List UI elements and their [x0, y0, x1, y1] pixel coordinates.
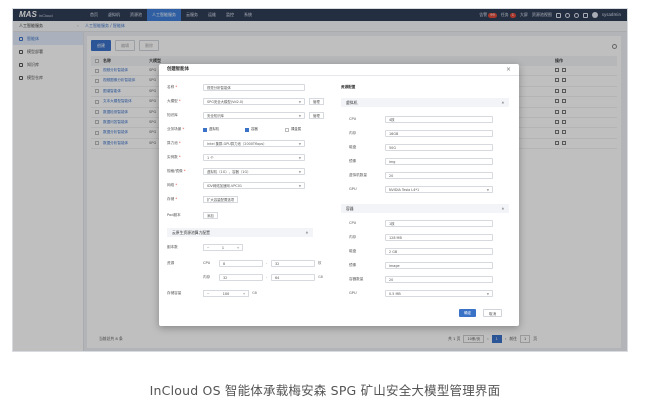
kb-label: 知识库	[167, 113, 178, 117]
ct-image-label: 镜像	[349, 263, 357, 267]
plus-icon: +	[236, 246, 240, 250]
ct-gpu-select[interactable]: 0.5 MB ▼	[385, 290, 493, 297]
dialog-header: 创建智能体 ×	[159, 64, 519, 76]
create-agent-dialog: 创建智能体 × 名称 * 视觉分析智能体 大模型 * SPG安全大模型(Vd2.…	[159, 64, 519, 326]
vm-count-input[interactable]: 20	[385, 172, 493, 179]
replicas-label: 副本数	[167, 245, 178, 249]
disk-label: 存储容量	[167, 291, 182, 295]
vm-gpu-label: GPU	[349, 187, 357, 191]
range-dash: -	[266, 275, 268, 279]
vm-mem-input[interactable]: 16GB	[385, 130, 493, 137]
minus-icon: −	[206, 246, 210, 250]
ct-disk-label: 磁盘	[349, 249, 357, 253]
compute-pool-label: 算力池 *	[167, 141, 181, 145]
close-icon[interactable]: ×	[506, 64, 511, 75]
name-label: 名称 *	[167, 85, 178, 89]
storage-label: 存储 *	[167, 197, 178, 201]
compute-pool-select[interactable]: Intel 集群-GPU算力池（2000Tflops） ▼	[203, 140, 305, 147]
vm-cpu-input[interactable]: 4核	[385, 116, 493, 123]
checkbox-unchecked-icon	[285, 127, 289, 132]
mem-max-input[interactable]: 64	[271, 274, 315, 281]
vm-checkbox[interactable]: 虚拟机	[203, 126, 219, 133]
pod-replica-label: Pod副本	[167, 213, 181, 217]
scenario-label: 业务场景 *	[167, 127, 185, 131]
kb-manage-button[interactable]: 管理	[309, 112, 324, 119]
model-manage-button[interactable]: 管理	[309, 98, 324, 105]
chevron-down-icon: ▼	[298, 184, 301, 188]
network-select[interactable]: IDV网络加速网-VPC01 ▼	[203, 182, 305, 189]
resource-config-title: 资源配置	[341, 85, 356, 89]
dialog-title: 创建智能体	[167, 67, 189, 72]
flavor-label: 规格/镜像 *	[167, 169, 186, 173]
ct-count-input[interactable]: 20	[385, 276, 493, 283]
vm-image-label: 镜像	[349, 159, 357, 163]
cpu-min-input[interactable]: 8	[219, 260, 263, 267]
vm-count-label: 虚拟机数量	[349, 173, 367, 177]
ct-image-input[interactable]: image	[385, 262, 493, 269]
ct-mem-label: 内存	[349, 235, 357, 239]
checkbox-checked-icon	[245, 127, 249, 132]
vm-cpu-label: CPU	[349, 117, 357, 121]
plus-icon: +	[242, 292, 246, 296]
model-select[interactable]: SPG安全大模型(Vd2.0) ▼	[203, 98, 305, 105]
ct-count-label: 容器数量	[349, 277, 364, 281]
vm-image-input[interactable]: img	[385, 158, 493, 165]
checkbox-checked-icon	[203, 127, 207, 132]
chevron-up-icon: ▲	[501, 206, 504, 210]
minus-icon: −	[206, 292, 210, 296]
cpu-label: CPU	[203, 261, 211, 265]
storage-expand-button[interactable]: 扩大容量配置选项	[203, 196, 239, 203]
baremetal-checkbox[interactable]: 裸金属	[285, 126, 301, 133]
disk-unit: GB	[252, 291, 257, 295]
chevron-down-icon: ▼	[486, 292, 489, 296]
ct-disk-input[interactable]: 2 GB	[385, 248, 493, 255]
ct-cpu-label: CPU	[349, 221, 357, 225]
flavor-select[interactable]: 虚拟机（1G）、容器（1G） ▼	[203, 168, 305, 175]
mem-unit: GB	[318, 275, 323, 279]
chevron-down-icon: ▼	[298, 170, 301, 174]
chevron-up-icon: ▲	[305, 230, 308, 234]
mem-min-input[interactable]: 32	[219, 274, 263, 281]
instance-count-label: 实例数 *	[167, 155, 181, 159]
ct-mem-input[interactable]: 128 MB	[385, 234, 493, 241]
replicas-stepper[interactable]: −1 +	[203, 244, 243, 251]
mem-label: 内存	[203, 275, 211, 279]
disk-stepper[interactable]: −100 +	[203, 290, 249, 297]
chevron-down-icon: ▼	[298, 114, 301, 118]
container-section[interactable]: 容器 ▲	[341, 204, 509, 213]
vm-gpu-select[interactable]: NVIDIA Tesla L4*1 ▼	[385, 186, 493, 193]
chevron-down-icon: ▼	[298, 156, 301, 160]
screenshot-frame: MAS InCloud 首页 虚拟机 资源池 人工智能服务 云服务 运维 监控 系…	[12, 8, 628, 352]
ct-cpu-input[interactable]: 1核	[385, 220, 493, 227]
figure-caption: InCloud OS 智能体承载梅安森 SPG 矿山安全大模型管理界面	[149, 383, 501, 398]
model-label: 大模型 *	[167, 99, 181, 103]
vm-mem-label: 内存	[349, 131, 357, 135]
name-input[interactable]: 视觉分析智能体	[203, 84, 305, 91]
confirm-button[interactable]: 确定	[459, 309, 477, 317]
range-dash: -	[266, 261, 268, 265]
resource-label: 资源	[167, 261, 175, 265]
chevron-down-icon: ▼	[486, 188, 489, 192]
cpu-max-input[interactable]: 32	[271, 260, 315, 267]
chevron-up-icon: ▲	[501, 100, 504, 104]
chevron-down-icon: ▼	[298, 142, 301, 146]
ct-gpu-label: GPU	[349, 291, 357, 295]
vm-section[interactable]: 虚拟机 ▲	[341, 98, 509, 107]
vm-disk-label: 磁盘	[349, 145, 357, 149]
pod-add-button[interactable]: 添加	[203, 212, 218, 219]
resource-config-section[interactable]: 云原生资源池算力配置 ▲	[167, 228, 313, 237]
vm-disk-input[interactable]: 50G	[385, 144, 493, 151]
chevron-down-icon: ▼	[298, 100, 301, 104]
network-label: 网络 *	[167, 183, 178, 187]
container-checkbox[interactable]: 容器	[245, 126, 258, 133]
cpu-unit: 核	[318, 261, 322, 265]
kb-select[interactable]: 安全知识库 ▼	[203, 112, 305, 119]
cancel-button[interactable]: 取消	[483, 309, 503, 317]
instance-count-select[interactable]: 1 个 ▼	[203, 154, 305, 161]
